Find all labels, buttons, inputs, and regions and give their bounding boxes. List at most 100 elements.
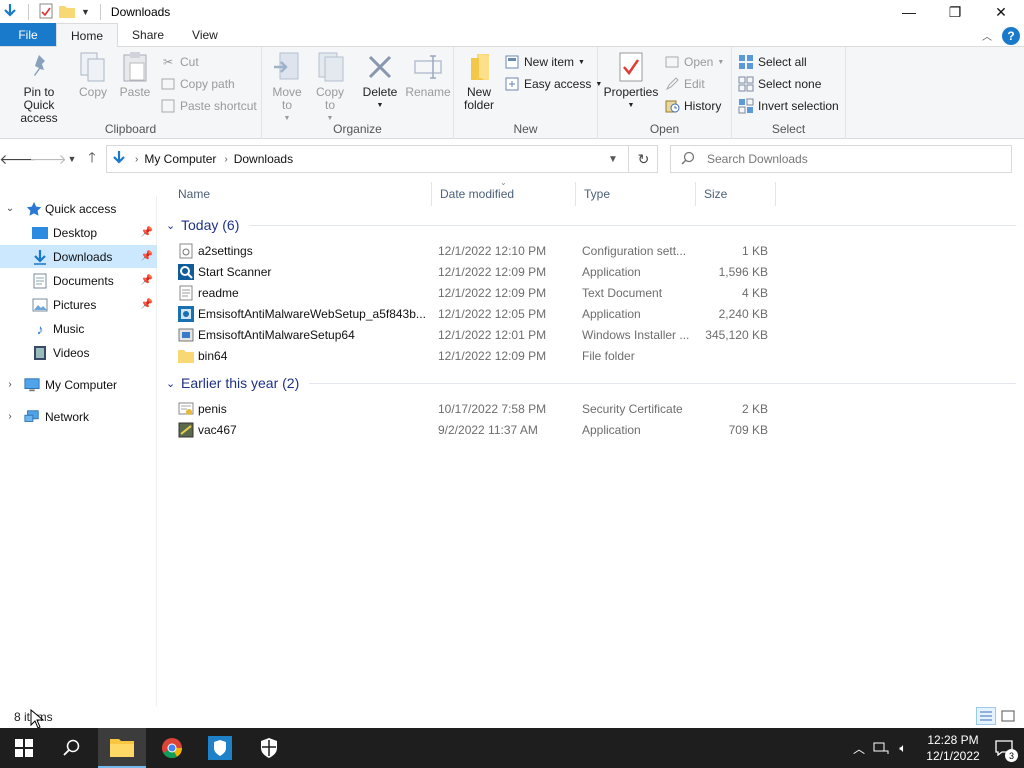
move-to-icon: [271, 51, 303, 83]
action-center-button[interactable]: 3: [984, 728, 1024, 768]
help-icon[interactable]: ?: [1002, 26, 1020, 45]
recent-locations-button[interactable]: ▼: [62, 149, 82, 169]
sidebar-item-quick-access[interactable]: ⌄ Quick access: [0, 197, 157, 220]
back-button[interactable]: 🡐: [0, 149, 37, 169]
new-item-button[interactable]: New item ▼: [504, 52, 585, 72]
large-icons-view-icon[interactable]: [998, 707, 1018, 725]
chrome-icon: [162, 738, 183, 759]
sidebar-item-videos[interactable]: Videos: [0, 341, 157, 364]
column-header-name[interactable]: Name: [170, 182, 432, 206]
open-button[interactable]: Open ▼: [664, 52, 724, 72]
table-row[interactable]: EmsisoftAntiMalwareWebSetup_a5f843b... 1…: [174, 303, 774, 324]
breadcrumb-my-computer[interactable]: My Computer: [144, 152, 216, 166]
minimize-button[interactable]: —: [886, 0, 932, 24]
close-button[interactable]: ✕: [978, 0, 1024, 24]
chrome-taskbar-button[interactable]: [148, 728, 196, 768]
search-input[interactable]: Search Downloads: [670, 145, 1012, 173]
paste-button[interactable]: Paste: [116, 51, 154, 99]
rename-button[interactable]: Rename: [404, 51, 452, 99]
easy-access-button[interactable]: Easy access ▼: [504, 74, 602, 94]
properties-quick-icon[interactable]: [39, 3, 53, 22]
scissors-icon: ✂: [162, 55, 174, 69]
downloads-arrow-icon[interactable]: [2, 3, 18, 22]
sidebar-item-pictures[interactable]: Pictures 📌: [0, 293, 157, 316]
copy-to-button[interactable]: Copy to ▼: [310, 51, 350, 125]
table-row[interactable]: Start Scanner 12/1/2022 12:09 PM Applica…: [174, 261, 774, 282]
table-row[interactable]: penis 10/17/2022 7:58 PM Security Certif…: [174, 398, 774, 419]
search-taskbar-button[interactable]: [48, 728, 96, 768]
file-explorer-taskbar-button[interactable]: [98, 728, 146, 768]
delete-button[interactable]: Delete ▼: [356, 51, 404, 112]
breadcrumb-separator-icon[interactable]: ›: [224, 154, 227, 165]
network-tray-icon[interactable]: [870, 741, 892, 755]
expand-chevron-icon[interactable]: ›: [4, 379, 16, 390]
sidebar-item-documents[interactable]: Documents 📌: [0, 269, 157, 292]
column-header-size[interactable]: Size: [696, 182, 776, 206]
select-all-button[interactable]: Select all: [738, 52, 807, 72]
config-file-icon: [178, 243, 194, 259]
tab-view[interactable]: View: [178, 23, 232, 46]
paste-shortcut-button[interactable]: Paste shortcut: [160, 96, 257, 116]
invert-selection-button[interactable]: Invert selection: [738, 96, 839, 116]
refresh-button[interactable]: ↻: [628, 145, 658, 173]
emsisoft-taskbar-button[interactable]: [196, 728, 244, 768]
tab-file[interactable]: File: [0, 23, 56, 46]
tab-home[interactable]: Home: [56, 23, 119, 47]
new-folder-quick-icon[interactable]: [59, 4, 75, 21]
address-row: 🡐 🡒 ▼ 🡑 › My Computer › Downloads ▼ ↻ Se…: [0, 145, 1024, 173]
new-folder-button[interactable]: New folder: [458, 51, 500, 112]
rename-icon: [412, 51, 444, 83]
copy-path-button[interactable]: Copy path: [160, 74, 235, 94]
breadcrumb-downloads[interactable]: Downloads: [234, 152, 293, 166]
address-history-dropdown[interactable]: ▼: [600, 145, 626, 173]
move-to-button[interactable]: Move to ▼: [266, 51, 308, 125]
new-folder-icon: [463, 51, 495, 83]
breadcrumb-separator-icon[interactable]: ›: [135, 154, 138, 165]
copy-button[interactable]: Copy: [76, 51, 110, 99]
collapse-chevron-icon[interactable]: ⌄: [166, 219, 181, 232]
table-row[interactable]: a2settings 12/1/2022 12:10 PM Configurat…: [174, 240, 774, 261]
sidebar-item-music[interactable]: ♪ Music: [0, 317, 157, 340]
details-view-icon[interactable]: [976, 707, 996, 725]
select-none-button[interactable]: Select none: [738, 74, 821, 94]
forward-button[interactable]: 🡒: [29, 149, 67, 169]
copy-icon: [77, 51, 109, 83]
table-row[interactable]: bin64 12/1/2022 12:09 PM File folder: [174, 345, 774, 366]
history-button[interactable]: History: [664, 96, 721, 116]
system-tray: ︿ 🔈︎ 12:28 PM 12/1/2022 3: [848, 728, 1024, 768]
group-header-today[interactable]: ⌄ Today (6): [166, 214, 1016, 236]
column-header-date[interactable]: Date modified: [432, 182, 576, 206]
collapse-ribbon-icon[interactable]: ︿: [982, 28, 992, 43]
column-header-type[interactable]: Type: [576, 182, 696, 206]
table-row[interactable]: readme 12/1/2022 12:09 PM Text Document …: [174, 282, 774, 303]
table-row[interactable]: vac467 9/2/2022 11:37 AM Application 709…: [174, 419, 774, 440]
window-controls: — ❐ ✕: [886, 0, 1024, 24]
expand-chevron-icon[interactable]: ›: [4, 411, 16, 422]
sidebar-item-my-computer[interactable]: › My Computer: [0, 373, 157, 396]
pin-quick-access-button[interactable]: Pin to Quick access: [4, 51, 74, 125]
customize-toolbar-icon[interactable]: ▼: [81, 7, 90, 17]
sidebar-item-network[interactable]: › Network: [0, 405, 157, 428]
open-group: Properties ▼ Open ▼ Edit History Open: [598, 47, 732, 139]
history-icon: [664, 98, 680, 114]
properties-button[interactable]: Properties ▼: [602, 51, 660, 112]
volume-icon[interactable]: 🔈︎: [892, 741, 914, 756]
pin-icon: [23, 51, 55, 83]
start-button[interactable]: [0, 728, 48, 768]
restore-button[interactable]: ❐: [932, 0, 978, 24]
up-button[interactable]: 🡑: [82, 149, 102, 169]
security-taskbar-button[interactable]: [245, 728, 293, 768]
group-header-earlier-this-year[interactable]: ⌄ Earlier this year (2): [166, 372, 1016, 394]
tab-share[interactable]: Share: [118, 23, 178, 46]
address-bar[interactable]: › My Computer › Downloads: [106, 145, 658, 173]
clock[interactable]: 12:28 PM 12/1/2022: [922, 732, 984, 764]
show-hidden-icons-icon[interactable]: ︿: [848, 740, 870, 757]
table-row[interactable]: EmsisoftAntiMalwareSetup64 12/1/2022 12:…: [174, 324, 774, 345]
search-icon: [63, 739, 80, 756]
edit-button[interactable]: Edit: [664, 74, 705, 94]
collapse-chevron-icon[interactable]: ⌄: [4, 203, 16, 214]
cut-button[interactable]: ✂ Cut: [160, 52, 199, 72]
collapse-chevron-icon[interactable]: ⌄: [166, 377, 181, 390]
sidebar-item-desktop[interactable]: Desktop 📌: [0, 221, 157, 244]
sidebar-item-downloads[interactable]: Downloads 📌: [0, 245, 157, 268]
